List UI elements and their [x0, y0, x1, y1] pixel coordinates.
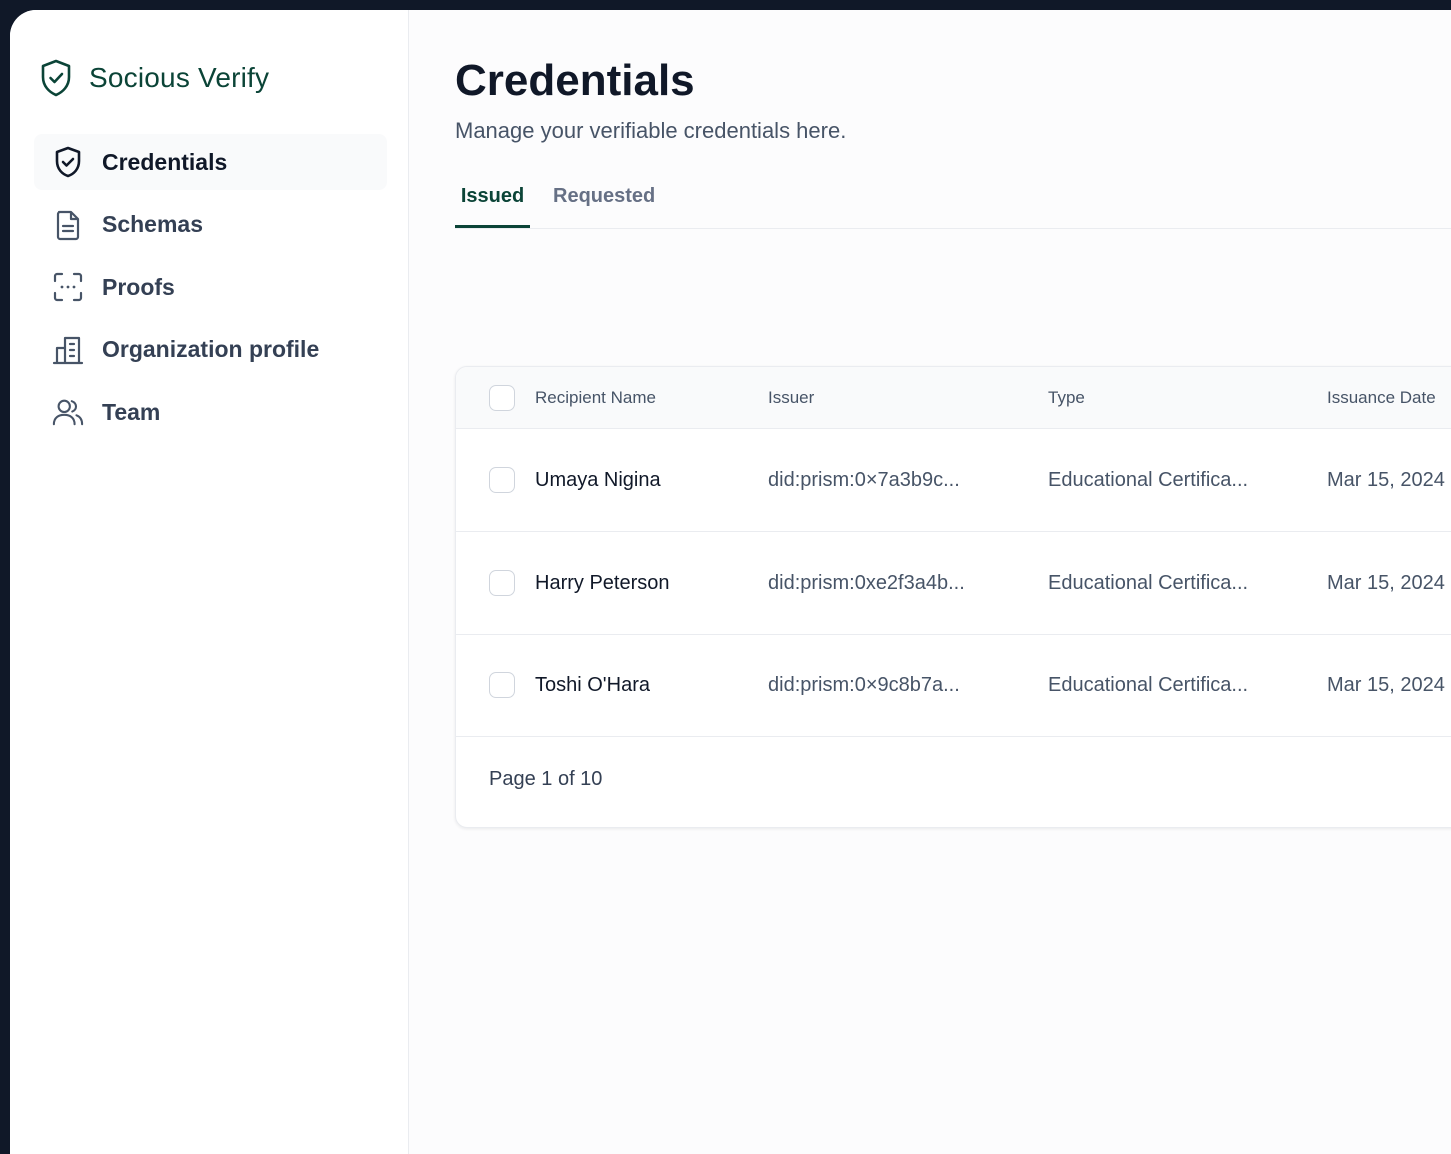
credentials-table: Recipient Name Issuer Type Issuance Date… — [455, 366, 1451, 828]
row-checkbox[interactable] — [489, 467, 515, 493]
credential-type: Educational Certifica... — [1048, 673, 1249, 696]
sidebar-item-credentials[interactable]: Credentials — [34, 134, 387, 190]
issuer-did: did:prism:0×9c8b7a... — [768, 673, 960, 696]
building-icon — [52, 334, 84, 366]
shield-check-icon — [40, 58, 76, 98]
sidebar-item-label: Proofs — [102, 273, 175, 300]
sidebar: Socious Verify Credentials Schemas Proof… — [10, 10, 409, 1154]
sidebar-item-proofs[interactable]: Proofs — [34, 259, 387, 315]
page-subtitle: Manage your verifiable credentials here. — [455, 118, 847, 143]
credential-type: Educational Certifica... — [1048, 571, 1249, 594]
select-all-checkbox[interactable] — [489, 384, 515, 411]
main-content: Credentials Manage your verifiable crede… — [409, 10, 1451, 1154]
recipient-name: Toshi O'Hara — [535, 673, 650, 696]
issuance-date: Mar 15, 2024 — [1327, 468, 1445, 491]
pagination-label: Page 1 of 10 — [489, 767, 603, 790]
column-header-type[interactable]: Type — [1048, 367, 1085, 428]
table-header: Recipient Name Issuer Type Issuance Date — [456, 367, 1451, 429]
sidebar-nav: Credentials Schemas Proofs Organization … — [34, 134, 387, 447]
sidebar-item-schemas[interactable]: Schemas — [34, 197, 387, 253]
brand-name: Socious Verify — [89, 62, 270, 93]
tab-requested[interactable]: Requested — [553, 178, 655, 228]
sidebar-item-label: Schemas — [102, 211, 204, 237]
recipient-name: Umaya Nigina — [535, 468, 661, 491]
app-window: Socious Verify Credentials Schemas Proof… — [10, 10, 1451, 1154]
users-icon — [52, 396, 84, 428]
row-checkbox[interactable] — [489, 570, 515, 596]
document-icon — [52, 209, 84, 241]
recipient-name: Harry Peterson — [535, 571, 670, 594]
tab-bar: Issued Requested — [455, 178, 1451, 229]
table-row[interactable]: Umaya Nigina did:prism:0×7a3b9c... Educa… — [456, 429, 1451, 532]
sidebar-item-label: Credentials — [102, 148, 228, 175]
sidebar-item-label: Team — [102, 398, 161, 425]
brand-logo[interactable]: Socious Verify — [40, 58, 269, 98]
table-row[interactable]: Toshi O'Hara did:prism:0×9c8b7a... Educa… — [456, 634, 1451, 737]
issuer-did: did:prism:0xe2f3a4b... — [768, 571, 965, 594]
issuer-did: did:prism:0×7a3b9c... — [768, 468, 960, 491]
sidebar-item-organization-profile[interactable]: Organization profile — [34, 322, 387, 378]
issuance-date: Mar 15, 2024 — [1327, 673, 1445, 696]
issuance-date: Mar 15, 2024 — [1327, 571, 1445, 594]
column-header-issuance-date[interactable]: Issuance Date — [1327, 367, 1436, 428]
sidebar-item-team[interactable]: Team — [34, 384, 387, 440]
column-header-recipient-name[interactable]: Recipient Name — [535, 367, 656, 428]
row-checkbox[interactable] — [489, 672, 515, 698]
sidebar-item-label: Organization profile — [102, 336, 320, 362]
table-row[interactable]: Harry Peterson did:prism:0xe2f3a4b... Ed… — [456, 532, 1451, 635]
scan-icon — [52, 271, 84, 303]
column-header-issuer[interactable]: Issuer — [768, 367, 814, 428]
shield-check-icon — [52, 146, 84, 178]
tab-issued[interactable]: Issued — [455, 178, 530, 228]
credential-type: Educational Certifica... — [1048, 468, 1249, 491]
page-title: Credentials — [455, 56, 695, 105]
